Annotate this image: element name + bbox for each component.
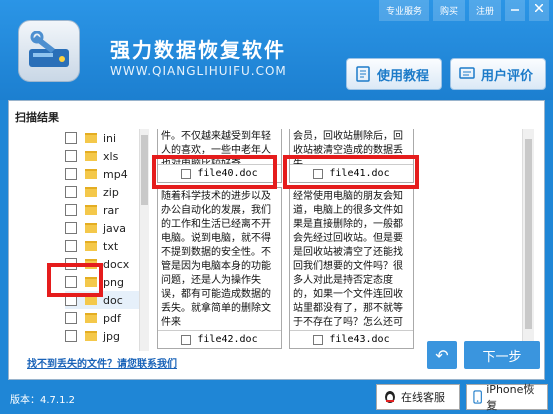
- folder-icon: [85, 133, 97, 143]
- checkbox[interactable]: [65, 168, 77, 180]
- comment-icon: [459, 67, 475, 79]
- folder-icon: [85, 313, 97, 323]
- drive-wrench-icon: [29, 31, 69, 67]
- scroll-thumb[interactable]: [525, 139, 532, 329]
- file-card-footer: file43.doc: [290, 330, 413, 348]
- tree-item[interactable]: pdf: [65, 309, 145, 327]
- checkbox[interactable]: [65, 240, 77, 252]
- next-button[interactable]: 下一步: [464, 341, 540, 369]
- tree-item[interactable]: java: [65, 219, 145, 237]
- folder-icon: [85, 241, 97, 251]
- panel-title: 扫描结果: [15, 111, 59, 124]
- highlight-box: [283, 155, 419, 189]
- tree-item[interactable]: ini: [65, 129, 145, 147]
- app-url: WWW.QIANGLIHUIFU.COM: [110, 64, 287, 78]
- scroll-thumb[interactable]: [141, 135, 148, 205]
- scan-results-panel: 扫描结果 ini xls mp4 zip rar java txt docx p…: [8, 100, 545, 380]
- highlight-box: [47, 263, 103, 297]
- file-name: file42.doc: [197, 334, 258, 345]
- highlight-box: [152, 155, 277, 189]
- folder-icon: [85, 151, 97, 161]
- phone-icon: [473, 390, 482, 404]
- top-links: 专业服务 购买 注册: [375, 0, 549, 21]
- tutorial-button[interactable]: 使用教程: [346, 58, 442, 90]
- folder-icon: [85, 169, 97, 179]
- folder-icon: [85, 331, 97, 341]
- review-label: 用户评价: [481, 68, 534, 84]
- online-service-label: 在线客服: [401, 391, 445, 404]
- grid-scrollbar[interactable]: [522, 129, 534, 351]
- file-card-footer: file42.doc: [158, 330, 281, 348]
- contact-help-link[interactable]: 找不到丢失的文件？请您联系我们: [27, 355, 177, 370]
- tree-item[interactable]: mp4: [65, 165, 145, 183]
- checkbox[interactable]: [65, 330, 77, 342]
- document-icon: [356, 66, 370, 82]
- review-button[interactable]: 用户评价: [450, 58, 546, 90]
- close-button[interactable]: [529, 0, 549, 21]
- register-link[interactable]: 注册: [468, 0, 501, 21]
- checkbox[interactable]: [181, 334, 192, 345]
- pro-service-link[interactable]: 专业服务: [378, 0, 429, 21]
- file-card[interactable]: 经常使用电脑的朋友会知道，电脑上的很多文件如果是直接删除的，一般都会先经过回收站…: [289, 187, 414, 349]
- back-icon: ↶: [435, 345, 449, 365]
- folder-icon: [85, 205, 97, 215]
- folder-icon: [85, 223, 97, 233]
- tutorial-label: 使用教程: [377, 68, 430, 84]
- iphone-recovery-button[interactable]: iPhone恢复: [466, 383, 548, 412]
- version-label: 版本：4.7.1.2: [10, 395, 75, 406]
- back-button[interactable]: ↶: [427, 341, 457, 369]
- file-type-tree: ini xls mp4 zip rar java txt docx png do…: [65, 129, 145, 351]
- tree-item[interactable]: rar: [65, 201, 145, 219]
- minimize-icon: [511, 9, 519, 11]
- tree-item[interactable]: xls: [65, 147, 145, 165]
- app-title: 强力数据恢复软件: [110, 38, 286, 62]
- checkbox[interactable]: [65, 186, 77, 198]
- checkbox[interactable]: [65, 204, 77, 216]
- close-icon: [534, 3, 544, 13]
- checkbox[interactable]: [313, 334, 324, 345]
- checkbox[interactable]: [65, 150, 77, 162]
- chat-penguin-icon: [385, 391, 395, 403]
- file-card[interactable]: 随着科学技术的进步以及办公自动化的发展，我们的工作和生活已经离不开电脑。说到电脑…: [157, 187, 282, 349]
- tree-item[interactable]: jpg: [65, 327, 145, 345]
- iphone-recovery-label: iPhone恢复: [486, 383, 535, 412]
- checkbox[interactable]: [65, 312, 77, 324]
- tree-item[interactable]: zip: [65, 183, 145, 201]
- file-name: file43.doc: [329, 334, 390, 345]
- file-preview-text: 随着科学技术的进步以及办公自动化的发展，我们的工作和生活已经离不开电脑。说到电脑…: [161, 191, 271, 328]
- tree-item[interactable]: txt: [65, 237, 145, 255]
- footer: 版本：4.7.1.2 在线客服 iPhone恢复: [0, 380, 553, 414]
- checkbox[interactable]: [65, 132, 77, 144]
- checkbox[interactable]: [65, 222, 77, 234]
- folder-icon: [85, 187, 97, 197]
- buy-link[interactable]: 购买: [432, 0, 465, 21]
- tree-scrollbar[interactable]: [139, 129, 149, 351]
- minimize-button[interactable]: [505, 0, 525, 21]
- app-logo: [18, 20, 80, 82]
- file-preview-text: 经常使用电脑的朋友会知道，电脑上的很多文件如果是直接删除的，一般都会先经过回收站…: [293, 191, 403, 328]
- online-service-button[interactable]: 在线客服: [376, 384, 460, 410]
- header: 强力数据恢复软件 WWW.QIANGLIHUIFU.COM 专业服务 购买 注册…: [0, 0, 553, 100]
